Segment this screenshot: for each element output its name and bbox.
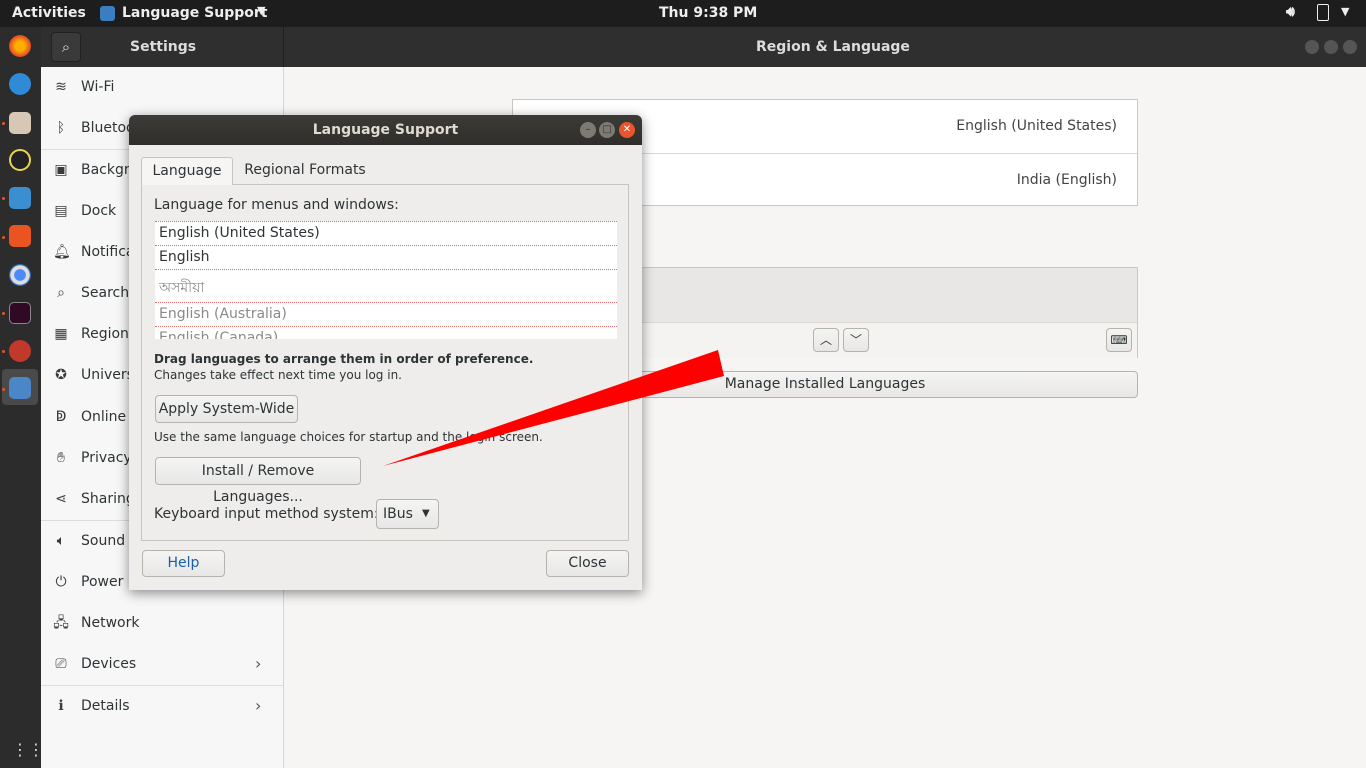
annotation-arrow [383,350,724,466]
tab-language[interactable]: Language [141,157,233,185]
red-arrow-shape [383,350,724,466]
